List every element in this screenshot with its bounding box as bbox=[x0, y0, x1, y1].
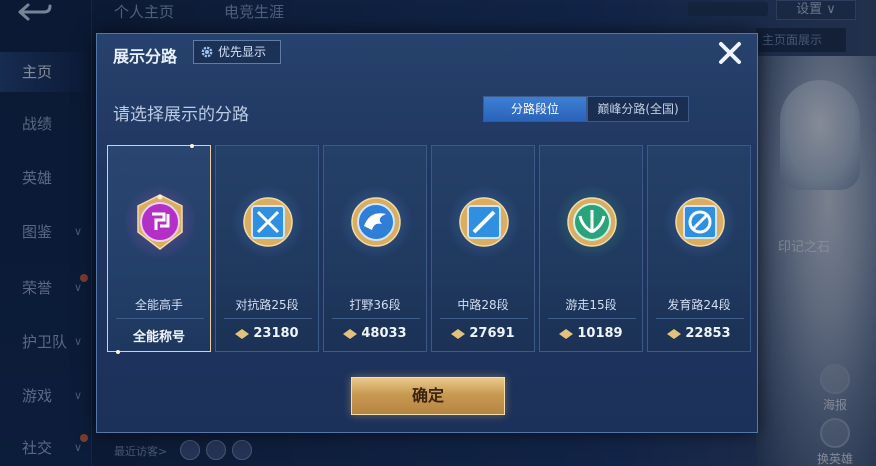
lane-score: 23180 bbox=[216, 326, 318, 341]
lane-score-value: 10189 bbox=[577, 326, 623, 341]
divider bbox=[116, 318, 204, 319]
priority-display-button[interactable]: 优先显示 bbox=[193, 40, 281, 64]
divider bbox=[440, 318, 528, 319]
lane-card-mid-lane[interactable]: 中路28段 27691 bbox=[431, 145, 535, 352]
tab-lane-rank[interactable]: 分路段位 bbox=[483, 96, 587, 122]
lane-name: 中路28段 bbox=[457, 298, 509, 312]
all-round-emblem-icon bbox=[137, 194, 183, 250]
farm-lane-emblem-icon bbox=[675, 197, 725, 247]
lane-title: 全能称号 bbox=[132, 330, 185, 345]
tab-label: 分路段位 bbox=[510, 102, 559, 116]
lane-name: 全能高手 bbox=[134, 298, 183, 312]
lane-card-clash-lane[interactable]: 对抗路25段 23180 bbox=[215, 145, 319, 352]
clash-lane-emblem-icon bbox=[243, 197, 293, 247]
lane-name: 游走15段 bbox=[565, 298, 617, 312]
lane-card-jungle[interactable]: 打野36段 48033 bbox=[323, 145, 427, 352]
dialog-title: 展示分路 bbox=[113, 47, 178, 66]
display-lane-dialog: 展示分路 优先显示 请选择展示的分路 分路段位 巅峰分路(全国) 全能高手 全能… bbox=[96, 33, 758, 433]
lane-score: 22853 bbox=[648, 326, 750, 341]
close-button[interactable] bbox=[715, 38, 745, 68]
lane-score-value: 27691 bbox=[469, 326, 515, 341]
priority-label: 优先显示 bbox=[218, 45, 267, 59]
lane-card-all-round[interactable]: 全能高手 全能称号 bbox=[107, 144, 211, 354]
divider bbox=[656, 318, 744, 319]
lane-score: 27691 bbox=[432, 326, 534, 341]
tab-peak-lane-national[interactable]: 巅峰分路(全国) bbox=[587, 96, 689, 122]
lane-name: 发育路24段 bbox=[667, 298, 731, 312]
lane-card-roam[interactable]: 游走15段 10189 bbox=[539, 145, 643, 352]
mid-lane-emblem-icon bbox=[459, 197, 509, 247]
screen: 主页 战绩 英雄 图鉴 ∨ 荣誉 ∨ 护卫队 ∨ 游戏 ∨ 社交 ∨ 个人主页 电竞生涯 … bbox=[0, 0, 876, 466]
selection-corner-dot bbox=[190, 144, 194, 148]
confirm-button[interactable]: 确定 bbox=[351, 377, 505, 415]
lane-score-value: 22853 bbox=[685, 326, 731, 341]
lane-score-value: 23180 bbox=[253, 326, 299, 341]
lane-card-farm-lane[interactable]: 发育路24段 22853 bbox=[647, 145, 751, 352]
diamond-icon bbox=[343, 328, 358, 339]
gear-icon bbox=[201, 46, 213, 58]
jungle-emblem-icon bbox=[351, 197, 401, 247]
lane-score: 48033 bbox=[324, 326, 426, 341]
divider bbox=[332, 318, 420, 319]
divider bbox=[224, 318, 312, 319]
diamond-icon bbox=[451, 328, 466, 339]
dialog-subtitle: 请选择展示的分路 bbox=[113, 105, 249, 125]
lane-score: 10189 bbox=[540, 326, 642, 341]
tab-label: 巅峰分路(全国) bbox=[597, 102, 679, 116]
lane-name: 对抗路25段 bbox=[235, 298, 299, 312]
roam-emblem-icon bbox=[567, 197, 617, 247]
lane-name: 打野36段 bbox=[349, 298, 401, 312]
lane-score-value: 48033 bbox=[361, 326, 407, 341]
diamond-icon bbox=[235, 328, 250, 339]
close-icon bbox=[719, 42, 741, 64]
diamond-icon bbox=[559, 328, 574, 339]
selection-corner-dot bbox=[116, 350, 120, 354]
divider bbox=[548, 318, 636, 319]
diamond-icon bbox=[667, 328, 682, 339]
